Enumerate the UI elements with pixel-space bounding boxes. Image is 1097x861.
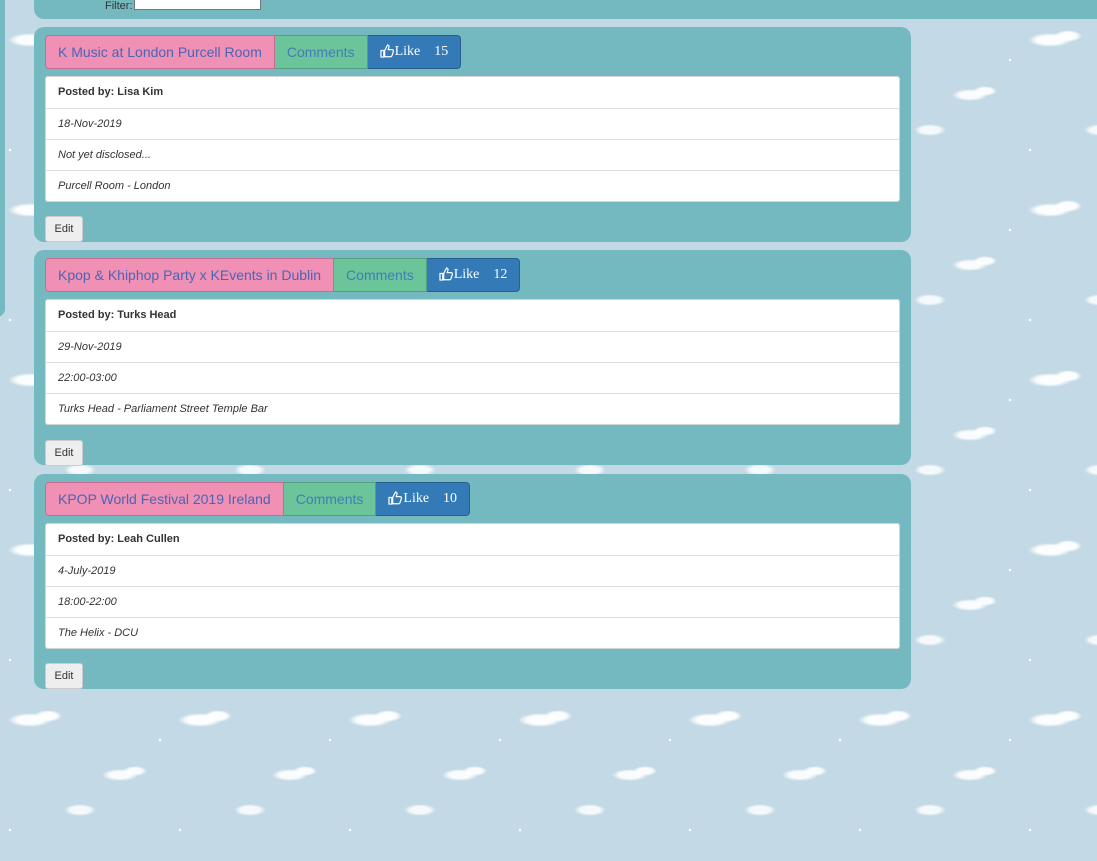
thumbs-up-icon <box>388 491 403 505</box>
filter-label: Filter: <box>105 0 133 12</box>
event-card: Kpop & Khiphop Party x KEvents in Dublin… <box>34 250 911 466</box>
event-title-button[interactable]: K Music at London Purcell Room <box>45 35 275 69</box>
event-details: Posted by: Lisa Kim 18-Nov-2019 Not yet … <box>45 76 900 202</box>
like-label: Like <box>453 267 480 282</box>
thumbs-up-icon <box>439 267 453 281</box>
like-count: 12 <box>493 267 508 282</box>
event-date: 4-July-2019 <box>46 555 899 586</box>
filter-input[interactable] <box>134 0 261 10</box>
event-header: K Music at London Purcell Room Comments … <box>45 35 462 69</box>
like-button[interactable]: Like 10 <box>376 482 471 516</box>
posted-by-name: Turks Head <box>117 309 177 321</box>
posted-by-row: Posted by: Leah Cullen <box>46 524 899 555</box>
posted-by-label: Posted by: <box>58 86 115 98</box>
like-count: 15 <box>434 44 449 59</box>
event-time: Not yet disclosed... <box>46 139 899 170</box>
posted-by-label: Posted by: <box>58 309 115 321</box>
comments-button[interactable]: Comments <box>274 35 368 69</box>
posted-by-row: Posted by: Turks Head <box>46 300 899 331</box>
event-time: 22:00-03:00 <box>46 362 899 393</box>
edit-button[interactable]: Edit <box>45 216 83 242</box>
like-label: Like <box>403 491 430 506</box>
side-panel <box>0 0 5 317</box>
event-card: KPOP World Festival 2019 Ireland Comment… <box>34 474 911 689</box>
like-count: 10 <box>443 491 458 506</box>
posted-by-label: Posted by: <box>58 533 115 545</box>
like-label: Like <box>394 44 421 59</box>
edit-button[interactable]: Edit <box>45 663 83 689</box>
posted-by-row: Posted by: Lisa Kim <box>46 77 899 108</box>
event-location: Turks Head - Parliament Street Temple Ba… <box>46 393 899 424</box>
comments-button[interactable]: Comments <box>334 258 427 292</box>
comments-button[interactable]: Comments <box>283 482 377 516</box>
posted-by-name: Leah Cullen <box>117 533 180 545</box>
event-header: Kpop & Khiphop Party x KEvents in Dublin… <box>45 258 521 292</box>
filter-bar: Filter: <box>34 0 1097 19</box>
event-date: 29-Nov-2019 <box>46 331 899 362</box>
like-button[interactable]: Like 12 <box>426 258 521 292</box>
event-details: Posted by: Leah Cullen 4-July-2019 18:00… <box>45 523 900 649</box>
event-location: The Helix - DCU <box>46 617 899 648</box>
edit-button[interactable]: Edit <box>45 440 83 466</box>
event-title-button[interactable]: Kpop & Khiphop Party x KEvents in Dublin <box>45 258 335 292</box>
event-location: Purcell Room - London <box>46 170 899 201</box>
event-header: KPOP World Festival 2019 Ireland Comment… <box>45 482 471 516</box>
event-card: K Music at London Purcell Room Comments … <box>34 27 911 242</box>
like-button[interactable]: Like 15 <box>367 35 462 69</box>
event-title-button[interactable]: KPOP World Festival 2019 Ireland <box>45 482 284 516</box>
thumbs-up-icon <box>379 44 394 58</box>
event-details: Posted by: Turks Head 29-Nov-2019 22:00-… <box>45 299 900 425</box>
event-date: 18-Nov-2019 <box>46 108 899 139</box>
event-time: 18:00-22:00 <box>46 586 899 617</box>
posted-by-name: Lisa Kim <box>117 86 164 98</box>
